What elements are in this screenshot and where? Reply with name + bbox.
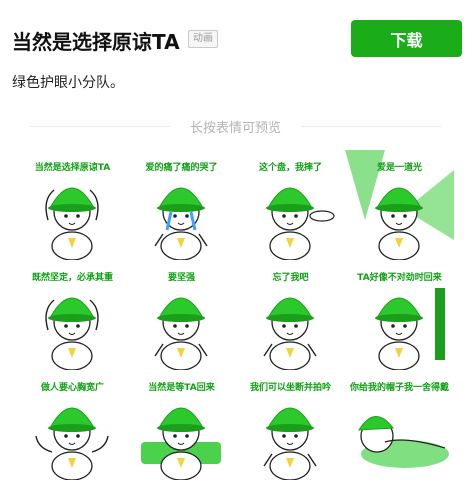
sticker-caption: 当然是等TA回来: [148, 383, 215, 393]
sticker-grid: 当然是选择原谅TA 爱的痛了痛的哭了 这个盘，我摔了 爱是一道光 既然坚定，必承…: [18, 150, 454, 480]
sticker-caption: 既然坚定，必承其重: [31, 273, 113, 283]
pack-description: 绿色护眼小分队。: [12, 75, 124, 91]
sticker-5[interactable]: 既然坚定，必承其重: [18, 260, 127, 370]
sticker-8[interactable]: TA好像不对劲时回来: [345, 260, 454, 370]
sticker-6[interactable]: 要坚强: [127, 260, 236, 370]
sticker-9[interactable]: 做人要心胸宽广: [18, 370, 127, 480]
sticker-caption: 我们可以坐断并拍吟: [249, 383, 331, 393]
sticker-12[interactable]: 你给我的帽子我一舍得戴: [345, 370, 454, 480]
animated-badge: 动画: [188, 30, 218, 48]
sticker-1[interactable]: 当然是选择原谅TA: [18, 150, 127, 260]
download-button[interactable]: 下载: [351, 20, 462, 57]
sticker-caption: 这个盘，我摔了: [258, 163, 322, 173]
sticker-4[interactable]: 爱是一道光: [345, 150, 454, 260]
sticker-10[interactable]: 当然是等TA回来: [127, 370, 236, 480]
page-title: 当然是选择原谅TA: [12, 30, 180, 54]
divider-right: [301, 126, 441, 127]
sticker-2[interactable]: 爱的痛了痛的哭了: [127, 150, 236, 260]
sticker-caption: 做人要心胸宽广: [40, 383, 104, 393]
sticker-11[interactable]: 我们可以坐断并拍吟: [236, 370, 345, 480]
sticker-caption: TA好像不对劲时回来: [357, 273, 442, 283]
sticker-caption: 忘了我吧: [272, 273, 309, 283]
sticker-3[interactable]: 这个盘，我摔了: [236, 150, 345, 260]
sticker-7[interactable]: 忘了我吧: [236, 260, 345, 370]
sticker-caption: 当然是选择原谅TA: [34, 163, 111, 173]
sticker-caption: 爱是一道光: [376, 163, 422, 173]
sticker-caption: 爱的痛了痛的哭了: [145, 163, 218, 173]
sticker-caption: 你给我的帽子我一舍得戴: [349, 383, 449, 393]
sticker-caption: 要坚强: [167, 273, 195, 283]
header: 当然是选择原谅TA 动画 下载: [0, 0, 471, 70]
